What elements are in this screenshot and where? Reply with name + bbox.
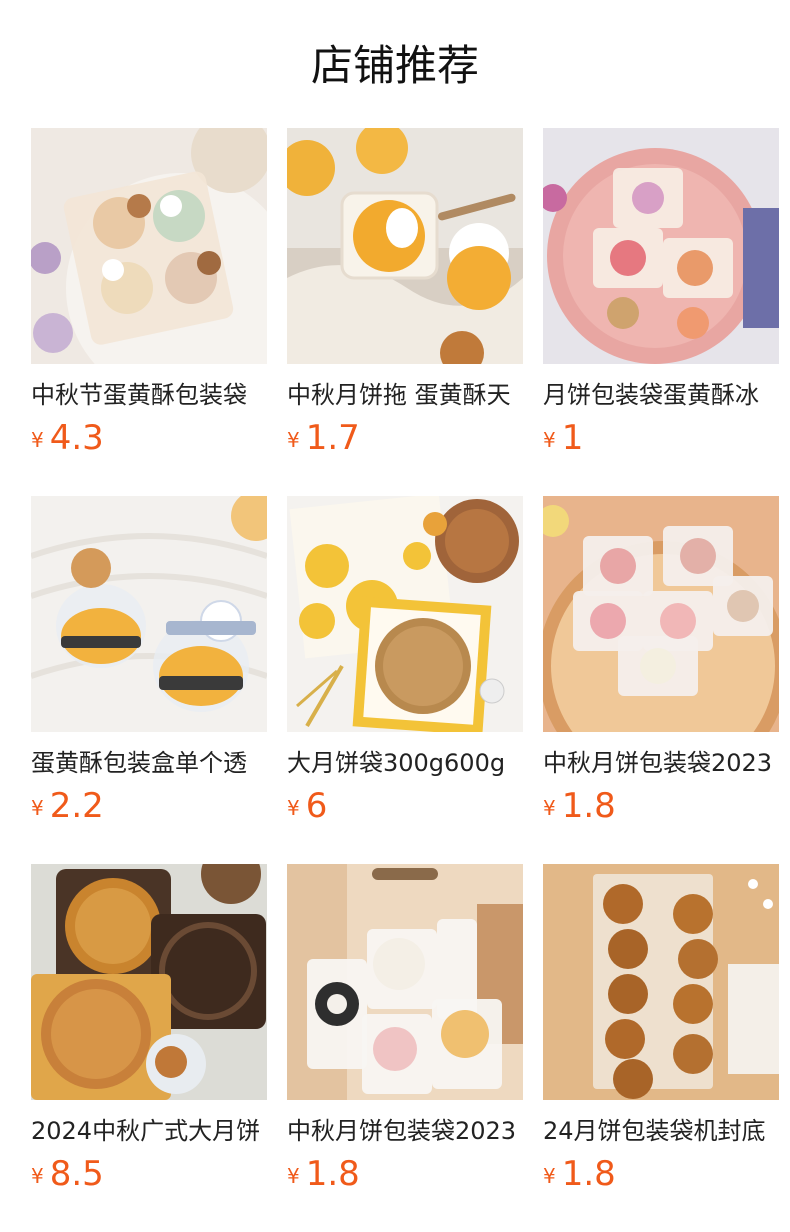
product-image[interactable] [31, 864, 267, 1100]
product-name[interactable]: 大月饼袋300g600g [287, 748, 523, 778]
product-price: ¥1 [543, 418, 779, 458]
product-name[interactable]: 中秋月饼包装袋2023 [543, 748, 779, 778]
currency-symbol: ¥ [287, 428, 300, 452]
product-price: ¥2.2 [31, 786, 267, 826]
page-title: 店铺推荐 [310, 41, 479, 90]
product-image[interactable] [543, 864, 779, 1100]
product-name[interactable]: 24月饼包装袋机封底 [543, 1116, 779, 1146]
currency-symbol: ¥ [287, 1164, 300, 1188]
product-price: ¥4.3 [31, 418, 267, 458]
product-image[interactable] [287, 128, 523, 364]
product-name[interactable]: 2024中秋广式大月饼 [31, 1116, 267, 1146]
product-price: ¥1.8 [543, 1154, 779, 1194]
product-name[interactable]: 月饼包装袋蛋黄酥冰 [543, 380, 779, 410]
product-image[interactable] [31, 496, 267, 732]
currency-symbol: ¥ [31, 796, 44, 820]
product-price: ¥1.8 [543, 786, 779, 826]
product-name[interactable]: 中秋节蛋黄酥包装袋 [31, 380, 267, 410]
product-image[interactable] [287, 496, 523, 732]
product-price: ¥8.5 [31, 1154, 267, 1194]
product-price: ¥1.7 [287, 418, 523, 458]
price-value: 1 [561, 418, 584, 458]
product-price: ¥1.8 [287, 1154, 523, 1194]
product-card[interactable]: 中秋月饼拖 蛋黄酥天 ¥1.7 [287, 128, 523, 458]
product-card[interactable]: 中秋月饼包装袋2023 ¥1.8 [287, 864, 523, 1194]
product-image[interactable] [543, 128, 779, 364]
currency-symbol: ¥ [287, 796, 300, 820]
product-image[interactable] [543, 496, 779, 732]
product-image[interactable] [287, 864, 523, 1100]
product-card[interactable]: 24月饼包装袋机封底 ¥1.8 [543, 864, 779, 1194]
price-value: 1.8 [561, 786, 616, 826]
currency-symbol: ¥ [543, 428, 556, 452]
currency-symbol: ¥ [31, 428, 44, 452]
product-image[interactable] [31, 128, 267, 364]
store-recommendations-page: 店铺推荐 中秋节蛋黄酥包装袋 ¥ 4.3 中秋月饼拖 蛋黄酥天 ¥ 1.7 月饼… [0, 0, 790, 1232]
currency-symbol: ¥ [543, 796, 556, 820]
product-name[interactable]: 中秋月饼拖 蛋黄酥天 [287, 380, 523, 410]
product-card[interactable]: 月饼包装袋蛋黄酥冰 ¥1 [543, 128, 779, 458]
product-name[interactable]: 蛋黄酥包装盒单个透 [31, 748, 267, 778]
product-card[interactable]: 2024中秋广式大月饼 ¥8.5 [31, 864, 267, 1194]
product-price: ¥6 [287, 786, 523, 826]
price-value: 1.8 [561, 1154, 616, 1194]
price-value: 1.8 [305, 1154, 360, 1194]
product-card[interactable]: 大月饼袋300g600g ¥6 [287, 496, 523, 826]
product-card[interactable]: 中秋月饼包装袋2023 ¥1.8 [543, 496, 779, 826]
product-card[interactable]: 蛋黄酥包装盒单个透 ¥2.2 [31, 496, 267, 826]
product-card[interactable]: 中秋节蛋黄酥包装袋 ¥4.3 [31, 128, 267, 458]
price-value: 1.7 [305, 418, 360, 458]
price-value: 4.3 [49, 418, 104, 458]
price-value: 8.5 [49, 1154, 104, 1194]
currency-symbol: ¥ [31, 1164, 44, 1188]
currency-symbol: ¥ [543, 1164, 556, 1188]
product-name[interactable]: 中秋月饼包装袋2023 [287, 1116, 523, 1146]
price-value: 2.2 [49, 786, 104, 826]
price-value: 6 [305, 786, 328, 826]
